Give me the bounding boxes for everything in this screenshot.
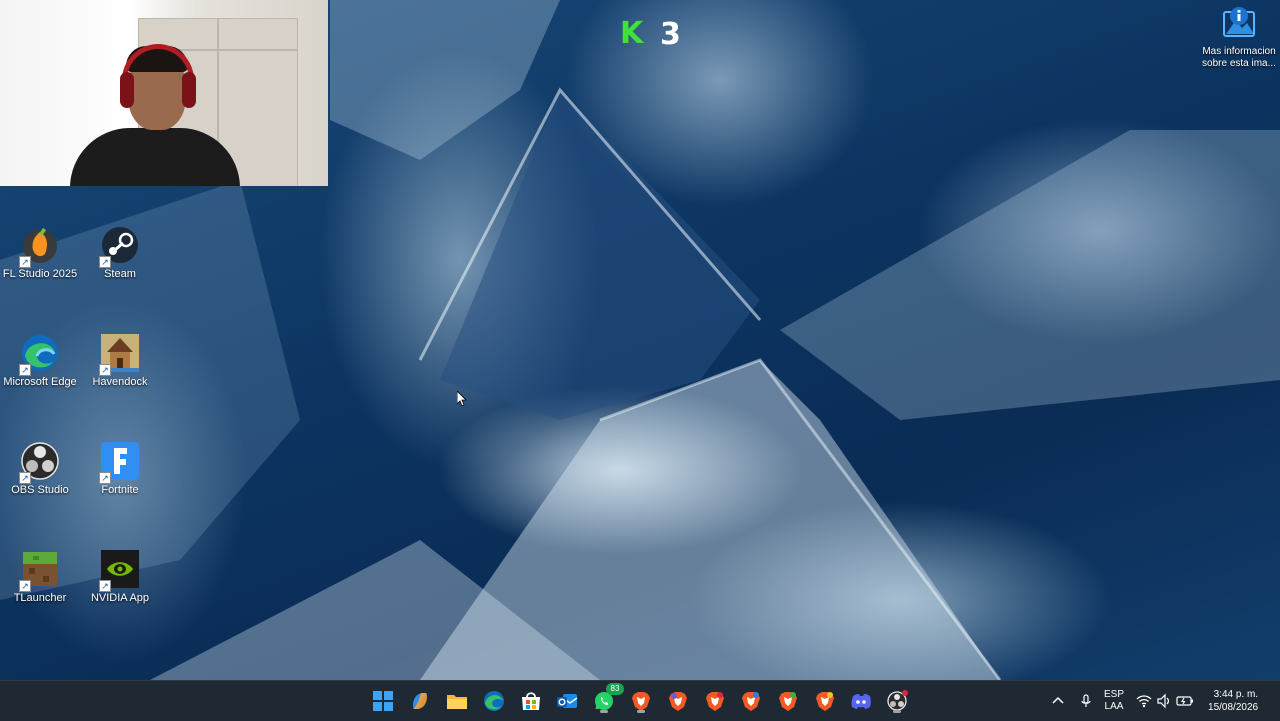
steam-icon: ↗ xyxy=(99,224,141,268)
taskbar-brave-1[interactable] xyxy=(627,687,655,715)
clock[interactable]: 3:44 p. m. 15/08/2026 xyxy=(1208,688,1258,714)
edge-icon: ↗ xyxy=(19,332,61,376)
picture-info-icon xyxy=(1223,7,1255,37)
webcam-overlay xyxy=(0,0,328,186)
brave-icon xyxy=(632,692,650,711)
running-indicator xyxy=(637,710,645,713)
fl-studio-icon: ↗ xyxy=(19,224,61,268)
nvidia-icon: ↗ xyxy=(99,548,141,592)
taskbar-brave-5[interactable] xyxy=(774,687,802,715)
taskbar-store[interactable] xyxy=(517,687,545,715)
desktop-icon-fl-studio[interactable]: ↗ FL Studio 2025 xyxy=(0,220,80,320)
system-tray: ESP LAA 3:44 p. m. 15/08/2026 xyxy=(1050,681,1258,721)
wifi-icon[interactable] xyxy=(1136,693,1152,709)
desktop-icon-fortnite[interactable]: ↗ Fortnite xyxy=(80,436,160,536)
volume-icon[interactable] xyxy=(1156,693,1172,709)
copilot-icon xyxy=(413,693,427,709)
battery-icon[interactable] xyxy=(1176,693,1194,709)
desktop-icon-steam[interactable]: ↗ Steam xyxy=(80,220,160,320)
brave-icon xyxy=(669,692,687,711)
tlauncher-icon: ↗ xyxy=(19,548,61,592)
desktop-icon-label: TLauncher xyxy=(13,592,67,604)
taskbar-whatsapp[interactable]: 83 xyxy=(590,683,624,715)
taskbar-brave-2[interactable] xyxy=(664,687,692,715)
taskbar-file-explorer[interactable] xyxy=(443,687,471,715)
desktop-icon-label: Steam xyxy=(104,268,136,280)
clock-time: 3:44 p. m. xyxy=(1213,689,1259,700)
counter-value: 3 xyxy=(660,16,681,52)
mouse-cursor-icon xyxy=(457,391,467,407)
clock-date: 15/08/2026 xyxy=(1208,702,1259,713)
desktop-icon-tlauncher[interactable]: ↗ TLauncher xyxy=(0,544,80,644)
taskbar-discord[interactable] xyxy=(847,687,875,715)
spotlight-label-2: sobre esta ima... xyxy=(1202,58,1276,69)
taskbar-outlook[interactable] xyxy=(553,687,581,715)
desktop-icon-label: Microsoft Edge xyxy=(3,376,77,388)
running-indicator xyxy=(600,710,608,713)
desktop-icon-nvidia[interactable]: ↗ NVIDIA App xyxy=(80,544,160,644)
microphone-icon[interactable] xyxy=(1078,693,1094,709)
kick-logo-icon: K xyxy=(620,16,644,51)
brave-icon xyxy=(779,692,797,711)
obs-icon xyxy=(887,690,908,711)
desktop-icon-label: OBS Studio xyxy=(11,484,69,496)
desktop-icon-label: FL Studio 2025 xyxy=(2,268,78,280)
whatsapp-unread-badge: 83 xyxy=(606,683,624,695)
fortnite-icon: ↗ xyxy=(99,440,141,484)
headphone-right xyxy=(182,72,196,108)
brave-icon xyxy=(706,692,724,711)
desktop-icon-label: NVIDIA App xyxy=(90,592,150,604)
score-counter: K 3 xyxy=(620,12,692,56)
taskbar: 83 ESP LAA 3:44 p. m. 15/08/2026 xyxy=(0,680,1280,721)
brave-icon xyxy=(816,692,834,711)
taskbar-brave-3[interactable] xyxy=(701,687,729,715)
spotlight-label-1: Mas informacion xyxy=(1202,46,1276,57)
keyboard-layout: LAA xyxy=(1104,701,1124,712)
language-indicator[interactable]: ESP LAA xyxy=(1104,689,1124,713)
havendock-icon: ↗ xyxy=(99,332,141,376)
desktop-icon-label: Fortnite xyxy=(101,484,139,496)
brave-icon xyxy=(742,692,760,711)
chevron-up-icon[interactable] xyxy=(1050,693,1066,709)
taskbar-brave-6[interactable] xyxy=(811,687,839,715)
desktop-icon-obs[interactable]: ↗ OBS Studio xyxy=(0,436,80,536)
taskbar-copilot[interactable] xyxy=(406,687,434,715)
taskbar-brave-4[interactable] xyxy=(737,687,765,715)
obs-icon: ↗ xyxy=(19,440,61,484)
store-icon xyxy=(522,692,540,710)
language-code: ESP xyxy=(1104,689,1125,700)
running-indicator xyxy=(893,710,901,713)
taskbar-obs[interactable] xyxy=(883,687,911,715)
start-button[interactable] xyxy=(369,687,397,715)
spotlight-info[interactable]: Mas informacion sobre esta ima... xyxy=(1198,4,1280,80)
desktop-icon-havendock[interactable]: ↗ Havendock xyxy=(80,328,160,428)
discord-icon xyxy=(851,694,871,709)
headphone-left xyxy=(120,72,134,108)
outlook-icon xyxy=(557,694,578,708)
edge-icon xyxy=(484,691,504,711)
taskbar-edge[interactable] xyxy=(480,687,508,715)
desktop-icon-edge[interactable]: ↗ Microsoft Edge xyxy=(0,328,80,428)
windows-logo-icon xyxy=(373,691,393,711)
desktop-icon-label: Havendock xyxy=(92,376,148,388)
folder-icon xyxy=(447,695,467,709)
